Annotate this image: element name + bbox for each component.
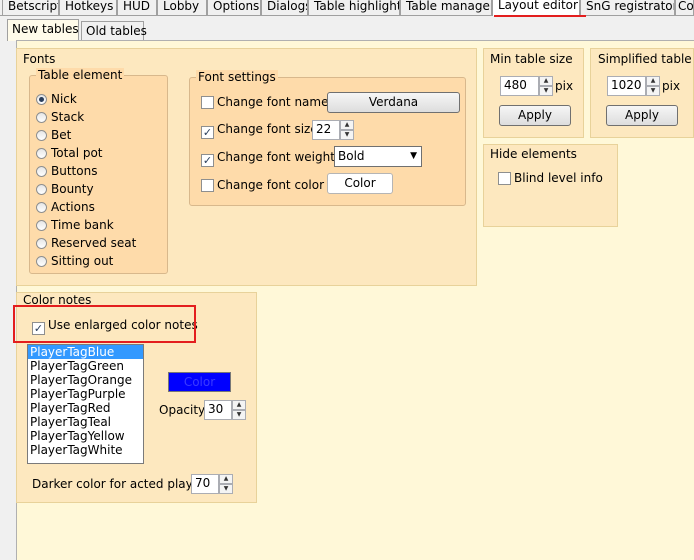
simplified-table-size-unit: pix [662, 79, 681, 93]
min-table-size-input[interactable]: 480 [500, 76, 539, 96]
change-font-weight-checkbox[interactable]: ✓ Change font weight [201, 149, 335, 167]
tab-table-manager[interactable]: Table manager [400, 0, 492, 15]
hide-elements-title: Hide elements [490, 147, 577, 161]
list-item[interactable]: PlayerTagTeal [28, 415, 143, 429]
radio-actions[interactable]: Actions [36, 199, 95, 216]
font-settings-title: Font settings [196, 70, 278, 84]
min-table-size-panel: Min table size 480 ▲ ▼ pix Apply [483, 48, 584, 138]
table-element-group: Table element Nick Stack Bet Total pot B… [29, 68, 168, 274]
tab-co[interactable]: Co [675, 0, 694, 15]
color-note-color-button[interactable]: Color [168, 372, 231, 392]
opacity-input[interactable]: 30 [204, 400, 232, 420]
chevron-down-icon[interactable]: ▼ [219, 484, 233, 494]
change-font-size-checkbox[interactable]: ✓ Change font size [201, 121, 318, 139]
radio-icon [36, 130, 47, 141]
chevron-down-icon[interactable]: ▼ [340, 130, 354, 140]
radio-icon [36, 238, 47, 249]
fonts-title: Fonts [23, 52, 56, 66]
radio-icon [36, 148, 47, 159]
simplified-table-size-panel: Simplified table size 1020 ▲▼ pix Apply [590, 48, 694, 138]
chevron-down-icon[interactable]: ▼ [232, 410, 246, 420]
list-item[interactable]: PlayerTagPurple [28, 387, 143, 401]
chevron-up-icon[interactable]: ▲ [539, 76, 553, 86]
chevron-up-icon[interactable]: ▲ [219, 474, 233, 484]
radio-time-bank[interactable]: Time bank [36, 217, 114, 234]
radio-icon [36, 202, 47, 213]
simplified-table-size-stepper[interactable]: ▲ ▼ [646, 76, 660, 96]
tab-options[interactable]: Options [207, 0, 261, 15]
checkbox-icon [498, 172, 511, 185]
annotation-highlight-box [13, 305, 196, 343]
dropdown-arrow-icon: ▼ [410, 151, 417, 161]
hide-elements-panel: Hide elements Blind level info [483, 144, 618, 227]
radio-buttons[interactable]: Buttons [36, 163, 97, 180]
font-settings-group: Font settings Change font name Verdana ✓… [189, 70, 466, 206]
top-tab-bar: Betscript Hotkeys HUD Lobby Options Dial… [0, 0, 694, 16]
radio-selected-icon [36, 94, 47, 105]
list-item[interactable]: PlayerTagYellow [28, 429, 143, 443]
table-element-title: Table element [36, 68, 125, 82]
chevron-up-icon[interactable]: ▲ [232, 400, 246, 410]
radio-icon [36, 112, 47, 123]
change-font-name-checkbox[interactable]: Change font name [201, 94, 328, 110]
font-color-button[interactable]: Color [327, 173, 393, 194]
chevron-up-icon[interactable]: ▲ [340, 120, 354, 130]
tab-sng-registrator[interactable]: SnG registrator [580, 0, 675, 15]
tab-layout-editor[interactable]: Layout editor [492, 0, 580, 16]
list-item[interactable]: PlayerTagOrange [28, 373, 143, 387]
checkmark-icon: ✓ [201, 154, 214, 167]
font-size-input[interactable]: 22 [312, 120, 340, 140]
darker-color-input[interactable]: 70 [191, 474, 219, 494]
tab-old-tables[interactable]: Old tables [81, 21, 147, 41]
tab-table-highlight[interactable]: Table highlight [308, 0, 400, 15]
checkbox-icon [201, 96, 214, 109]
font-size-stepper[interactable]: ▲ ▼ [340, 120, 354, 140]
min-table-size-title: Min table size [490, 52, 573, 66]
tab-new-tables[interactable]: New tables [7, 19, 79, 41]
radio-bounty[interactable]: Bounty [36, 181, 94, 198]
color-tag-list[interactable]: PlayerTagBlue PlayerTagGreen PlayerTagOr… [27, 344, 144, 464]
font-name-button[interactable]: Verdana [327, 92, 460, 113]
tab-dialogs[interactable]: Dialogs [261, 0, 308, 15]
blind-level-info-checkbox[interactable]: Blind level info [498, 170, 603, 186]
tab-hotkeys[interactable]: Hotkeys [59, 0, 117, 15]
darker-color-stepper[interactable]: ▲ ▼ [219, 474, 233, 494]
radio-icon [36, 166, 47, 177]
simplified-table-size-apply-button[interactable]: Apply [606, 105, 678, 126]
tab-hud[interactable]: HUD [117, 0, 157, 15]
change-font-color-checkbox[interactable]: Change font color [201, 177, 324, 193]
radio-icon [36, 256, 47, 267]
fonts-panel: Fonts Table element Nick Stack Bet Total… [16, 48, 477, 286]
radio-stack[interactable]: Stack [36, 109, 84, 126]
list-item[interactable]: PlayerTagBlue [28, 345, 143, 359]
list-item[interactable]: PlayerTagGreen [28, 359, 143, 373]
radio-reserved-seat[interactable]: Reserved seat [36, 235, 136, 252]
radio-total-pot[interactable]: Total pot [36, 145, 103, 162]
min-table-size-unit: pix [555, 79, 574, 93]
simplified-table-size-title: Simplified table size [598, 52, 694, 66]
radio-nick[interactable]: Nick [36, 91, 77, 108]
opacity-stepper[interactable]: ▲ ▼ [232, 400, 246, 420]
min-table-size-apply-button[interactable]: Apply [499, 105, 571, 126]
radio-sitting-out[interactable]: Sitting out [36, 253, 113, 270]
font-weight-select[interactable]: Bold ▼ [334, 146, 422, 167]
min-table-size-stepper[interactable]: ▲ ▼ [539, 76, 553, 96]
chevron-up-icon[interactable]: ▲ [646, 76, 660, 86]
darker-color-label: Darker color for acted player [32, 477, 206, 491]
radio-bet[interactable]: Bet [36, 127, 71, 144]
radio-icon [36, 220, 47, 231]
annotation-underline [494, 15, 586, 17]
tab-lobby[interactable]: Lobby [157, 0, 207, 15]
opacity-label: Opacity [159, 403, 206, 417]
list-item[interactable]: PlayerTagRed [28, 401, 143, 415]
chevron-down-icon[interactable]: ▼ [539, 86, 553, 96]
list-item[interactable]: PlayerTagWhite [28, 443, 143, 457]
chevron-down-icon[interactable]: ▼ [646, 86, 660, 96]
checkmark-icon: ✓ [201, 126, 214, 139]
checkbox-icon [201, 179, 214, 192]
tab-betscript[interactable]: Betscript [2, 0, 59, 15]
simplified-table-size-input[interactable]: 1020 [607, 76, 646, 96]
radio-icon [36, 184, 47, 195]
